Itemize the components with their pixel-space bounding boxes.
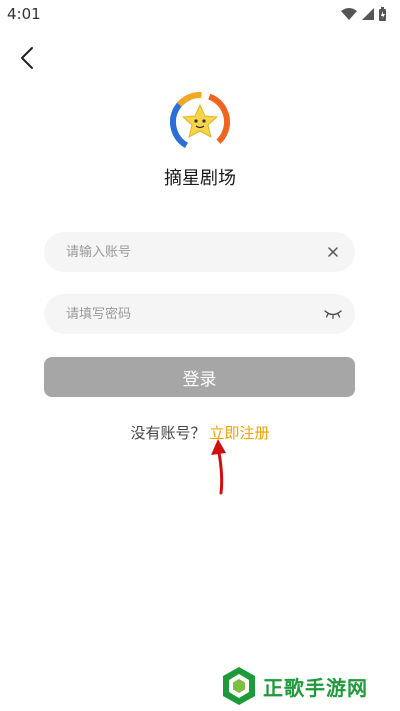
chevron-left-icon xyxy=(21,47,33,69)
register-prompt: 没有账号？ xyxy=(130,424,206,442)
eye-closed-icon xyxy=(324,310,342,319)
password-visibility-toggle[interactable] xyxy=(323,304,343,324)
account-field[interactable] xyxy=(44,232,355,272)
password-field[interactable] xyxy=(44,294,355,334)
star-logo-icon xyxy=(170,92,231,152)
status-icons xyxy=(340,6,388,22)
app-name: 摘星剧场 xyxy=(164,168,236,189)
register-row: 没有账号？ 立即注册 xyxy=(0,422,400,443)
watermark-text: 正歌手游网 xyxy=(263,675,368,700)
login-button[interactable]: 登录 xyxy=(44,357,355,397)
password-input[interactable] xyxy=(66,294,316,334)
signal-icon xyxy=(362,8,374,20)
close-icon xyxy=(328,247,338,257)
clear-button[interactable] xyxy=(323,242,343,262)
account-input[interactable] xyxy=(66,232,316,272)
watermark-logo-icon xyxy=(223,667,255,705)
watermark: 正歌手游网 xyxy=(221,663,368,709)
back-button[interactable] xyxy=(14,43,40,73)
battery-icon xyxy=(379,7,386,21)
app-logo xyxy=(170,92,231,152)
status-bar: 4:01 xyxy=(0,0,400,30)
annotation-arrow xyxy=(211,439,226,495)
status-time: 4:01 xyxy=(7,5,41,23)
wifi-icon xyxy=(341,8,357,20)
